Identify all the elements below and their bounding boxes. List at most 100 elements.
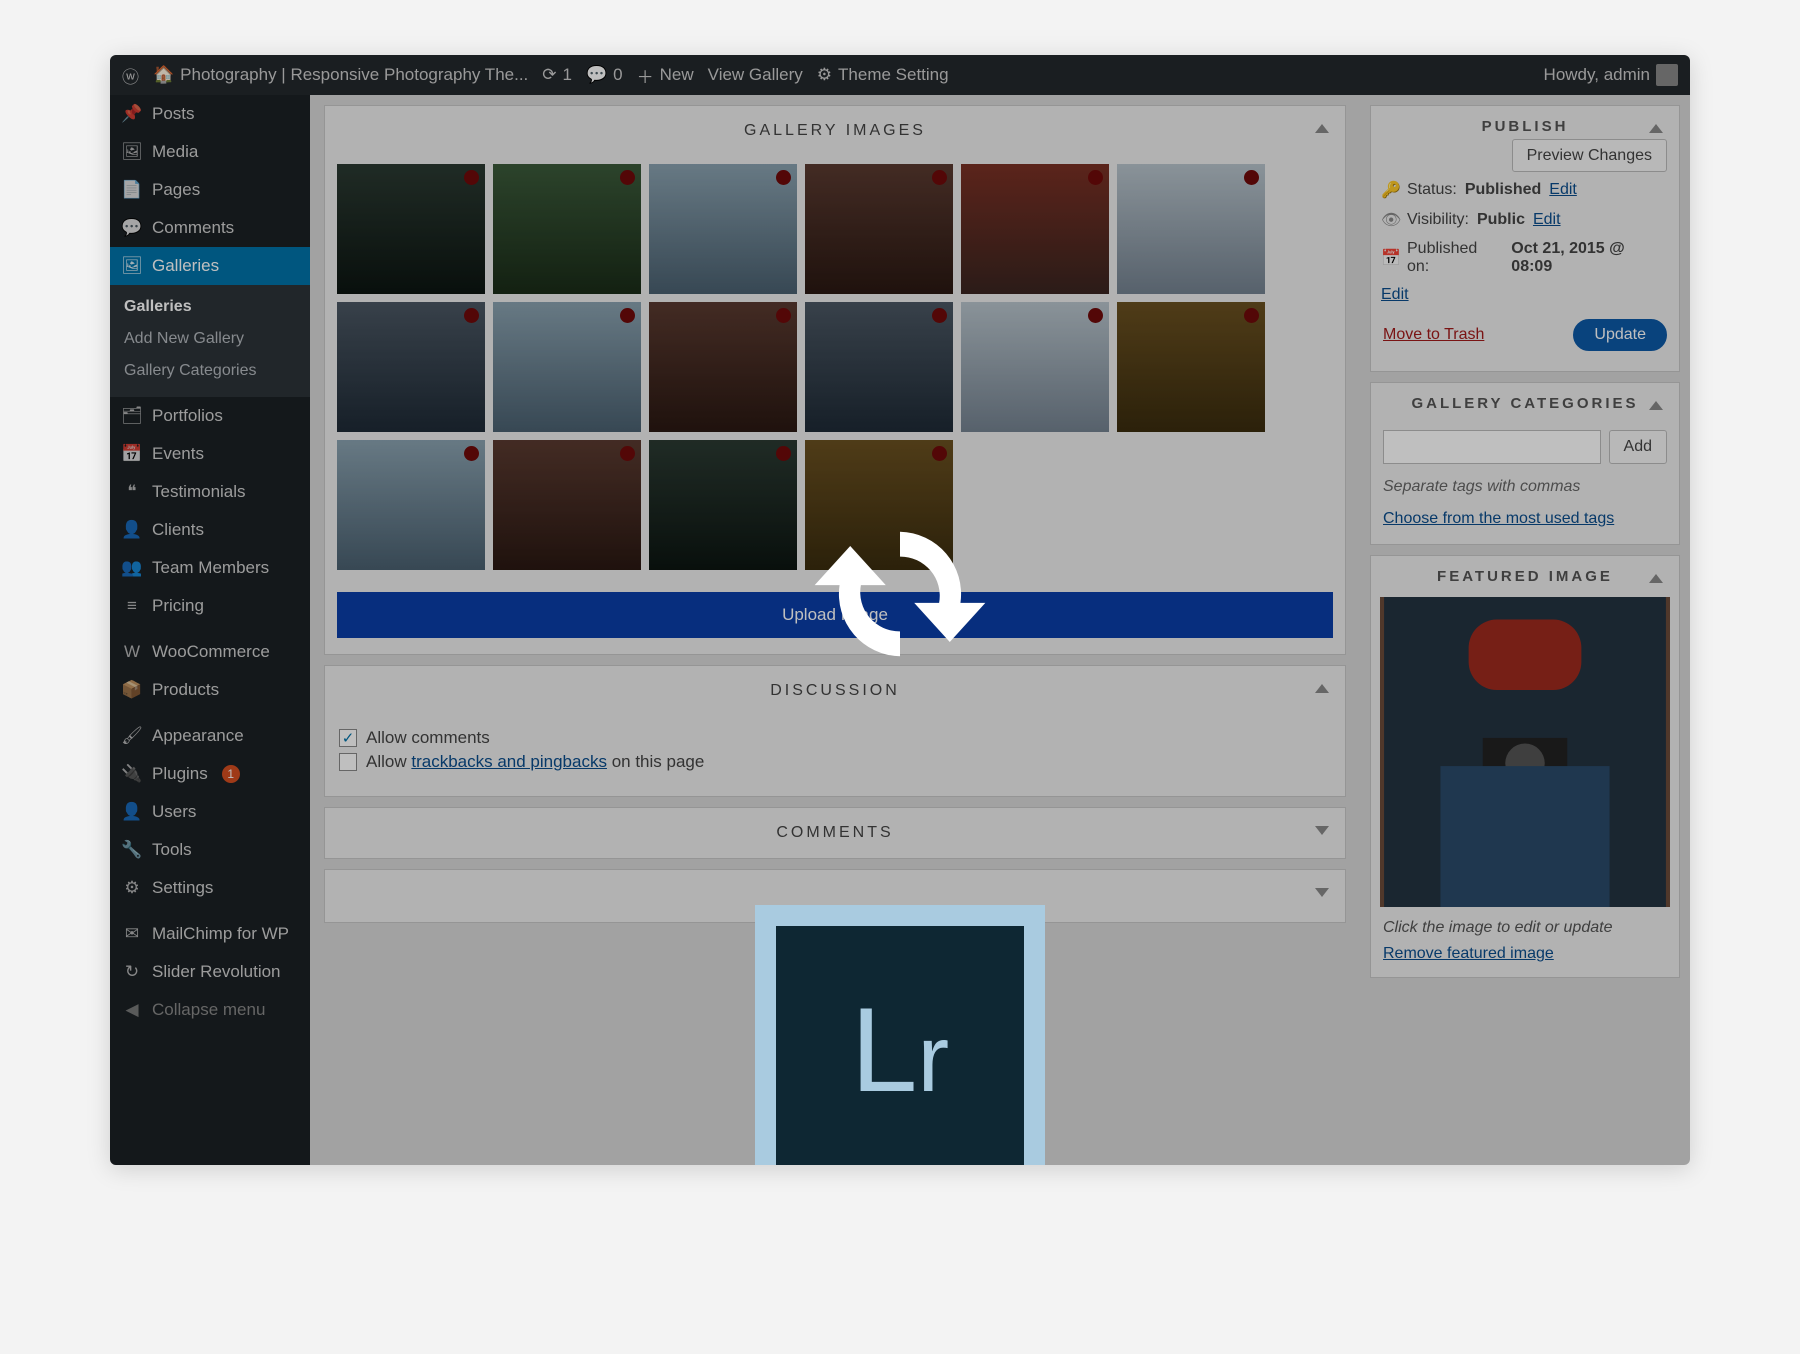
sidebar-item-appearance[interactable]: 🖌Appearance [110, 717, 310, 755]
sidebar-item-portfolios[interactable]: 🗂Portfolios [110, 397, 310, 435]
discussion-panel: DISCUSSION ✓Allow comments Allow trackba… [324, 665, 1346, 797]
delete-icon[interactable] [464, 170, 479, 185]
sidebar-item-comments[interactable]: 💬Comments [110, 209, 310, 247]
wp-logo-icon[interactable]: ⓦ [122, 63, 139, 88]
delete-icon[interactable] [620, 308, 635, 323]
toggle-icon[interactable] [1315, 124, 1329, 133]
trackbacks-link[interactable]: trackbacks and pingbacks [411, 752, 607, 771]
sidebar-item-pages[interactable]: 📄Pages [110, 171, 310, 209]
sync-icon [810, 514, 990, 674]
toggle-icon[interactable] [1315, 826, 1329, 835]
choose-tags-link[interactable]: Choose from the most used tags [1383, 510, 1614, 527]
collapse-icon: ◀ [122, 1000, 142, 1020]
gallery-thumb[interactable] [1117, 164, 1265, 294]
edit-status-link[interactable]: Edit [1549, 181, 1577, 199]
gallery-thumb[interactable] [961, 302, 1109, 432]
gallery-thumb[interactable] [493, 164, 641, 294]
sidebar-item-mailchimp-for-wp[interactable]: ✉MailChimp for WP [110, 915, 310, 953]
sidebar-item-posts[interactable]: 📌Posts [110, 95, 310, 133]
sidebar-item-media[interactable]: 🖼Media [110, 133, 310, 171]
delete-icon[interactable] [932, 446, 947, 461]
sidebar-sub-galleries[interactable]: Galleries [110, 291, 310, 323]
remove-featured-link[interactable]: Remove featured image [1383, 945, 1554, 962]
delete-icon[interactable] [464, 446, 479, 461]
sidebar-item-galleries[interactable]: 🖼 Galleries [110, 247, 310, 285]
sidebar-item-settings[interactable]: ⚙Settings [110, 869, 310, 907]
delete-icon[interactable] [620, 446, 635, 461]
view-gallery-link[interactable]: View Gallery [708, 65, 803, 85]
delete-icon[interactable] [932, 308, 947, 323]
allow-trackbacks-checkbox[interactable]: Allow trackbacks and pingbacks on this p… [339, 752, 1331, 772]
theme-setting-link[interactable]: ⚙ Theme Setting [817, 65, 949, 85]
panel-title: GALLERY IMAGES [325, 106, 1345, 156]
sidebar-item-plugins[interactable]: 🔌Plugins1 [110, 755, 310, 793]
allow-comments-checkbox[interactable]: ✓Allow comments [339, 728, 1331, 748]
gallery-thumb[interactable] [493, 440, 641, 570]
sidebar-sub-gallery-categories[interactable]: Gallery Categories [110, 355, 310, 387]
toggle-icon[interactable] [1649, 401, 1663, 410]
sidebar-item-label: Galleries [152, 256, 219, 276]
sidebar-item-events[interactable]: 📅Events [110, 435, 310, 473]
site-link[interactable]: 🏠 Photography | Responsive Photography T… [153, 65, 528, 85]
sidebar-item-products[interactable]: 📦Products [110, 671, 310, 709]
featured-image-panel: FEATURED IMAGE Click the image to edit o… [1370, 555, 1680, 978]
howdy-link[interactable]: Howdy, admin [1544, 64, 1678, 86]
delete-icon[interactable] [776, 170, 791, 185]
sidebar-item-users[interactable]: 👤Users [110, 793, 310, 831]
sidebar-item-pricing[interactable]: ≡Pricing [110, 587, 310, 625]
comments-link[interactable]: 💬 0 [586, 65, 623, 85]
gallery-icon: 🖼 [122, 256, 142, 276]
gallery-thumb[interactable] [649, 164, 797, 294]
update-button[interactable]: Update [1573, 319, 1667, 351]
delete-icon[interactable] [1244, 308, 1259, 323]
sidebar-item-clients[interactable]: 👤Clients [110, 511, 310, 549]
gallery-thumb[interactable] [337, 302, 485, 432]
featured-image[interactable] [1380, 597, 1670, 907]
preview-changes-button[interactable]: Preview Changes [1512, 139, 1667, 172]
gallery-thumb[interactable] [805, 302, 953, 432]
delete-icon[interactable] [464, 308, 479, 323]
sidebar-item-team-members[interactable]: 👥Team Members [110, 549, 310, 587]
toggle-icon[interactable] [1315, 888, 1329, 897]
gallery-thumb[interactable] [337, 440, 485, 570]
sidebar-item-slider-revolution[interactable]: ↻Slider Revolution [110, 953, 310, 991]
delete-icon[interactable] [620, 170, 635, 185]
right-sidebar: PUBLISH Preview Changes 🔑Status: Publish… [1360, 95, 1690, 1165]
gallery-thumb[interactable] [805, 164, 953, 294]
sidebar-item-tools[interactable]: 🔧Tools [110, 831, 310, 869]
edit-visibility-link[interactable]: Edit [1533, 211, 1561, 229]
updates-link[interactable]: ⟳ 1 [542, 65, 572, 85]
delete-icon[interactable] [932, 170, 947, 185]
lightroom-icon: Lr [755, 905, 1045, 1165]
sidebar-sub-add-new-gallery[interactable]: Add New Gallery [110, 323, 310, 355]
delete-icon[interactable] [776, 308, 791, 323]
avatar [1656, 64, 1678, 86]
gallery-thumb[interactable] [493, 302, 641, 432]
gallery-categories-panel: GALLERY CATEGORIES Add Separate tags wit… [1370, 382, 1680, 545]
toggle-icon[interactable] [1649, 574, 1663, 583]
delete-icon[interactable] [1244, 170, 1259, 185]
edit-date-link[interactable]: Edit [1381, 286, 1409, 304]
sidebar-item-woocommerce[interactable]: WWooCommerce [110, 633, 310, 671]
gallery-thumb[interactable] [1117, 302, 1265, 432]
collapse-menu[interactable]: ◀ Collapse menu [110, 991, 310, 1029]
wordpress-screenshot: ⓦ 🏠 Photography | Responsive Photography… [110, 55, 1690, 1165]
sidebar-item-testimonials[interactable]: ❝Testimonials [110, 473, 310, 511]
delete-icon[interactable] [1088, 170, 1103, 185]
toggle-icon[interactable] [1649, 124, 1663, 133]
category-input[interactable] [1383, 430, 1601, 464]
add-category-button[interactable]: Add [1609, 430, 1667, 464]
key-icon: 🔑 [1381, 180, 1399, 200]
toggle-icon[interactable] [1315, 684, 1329, 693]
gallery-thumb[interactable] [337, 164, 485, 294]
gallery-thumb[interactable] [649, 440, 797, 570]
gallery-thumb[interactable] [961, 164, 1109, 294]
admin-bar: ⓦ 🏠 Photography | Responsive Photography… [110, 55, 1690, 95]
new-link[interactable]: ＋ New [637, 63, 694, 88]
publish-panel: PUBLISH Preview Changes 🔑Status: Publish… [1370, 105, 1680, 372]
delete-icon[interactable] [1088, 308, 1103, 323]
comments-panel: COMMENTS [324, 807, 1346, 859]
gallery-thumb[interactable] [649, 302, 797, 432]
move-to-trash-link[interactable]: Move to Trash [1383, 326, 1484, 344]
delete-icon[interactable] [776, 446, 791, 461]
